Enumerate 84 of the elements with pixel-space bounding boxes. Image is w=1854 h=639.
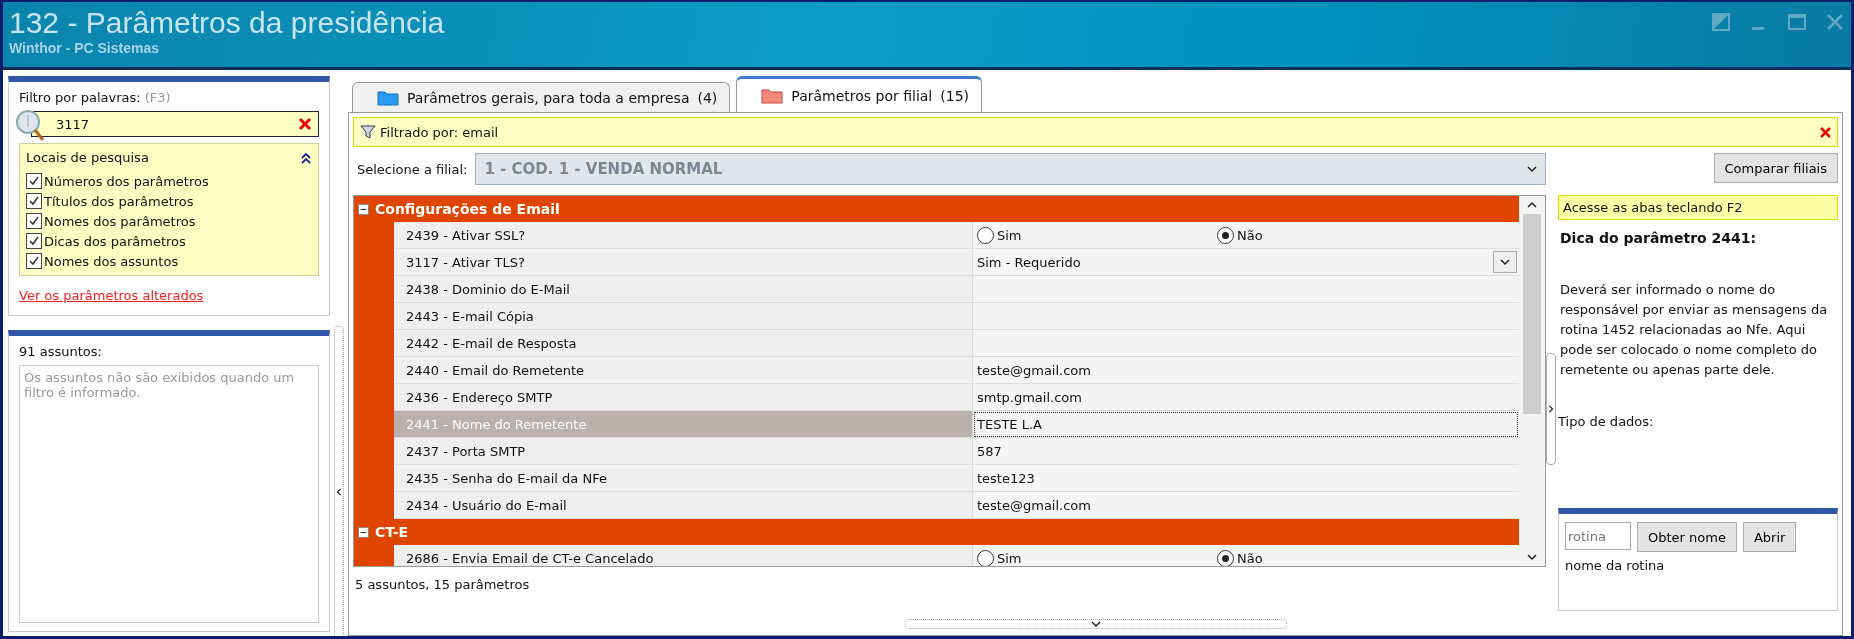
collapse-icon[interactable] (358, 526, 369, 538)
subjects-count: 91 assuntos: (19, 344, 103, 359)
radio-button[interactable] (1217, 549, 1234, 566)
chevron-down-icon (1500, 257, 1510, 267)
splitter-handle[interactable] (334, 326, 344, 636)
shortcut-tip: Acesse as abas teclando F2 (1558, 195, 1838, 220)
routine-name-text: nome da rotina (1565, 558, 1666, 573)
checkbox[interactable] (26, 173, 42, 189)
parameter-value[interactable]: Sim Não (973, 545, 1519, 566)
parameter-name[interactable]: 2435 - Senha do E-mail da NFe (394, 465, 973, 492)
parameter-name[interactable]: 2437 - Porta SMTP (394, 438, 973, 465)
radio-label: Sim (997, 227, 1022, 243)
parameter-value[interactable]: Sim - Requerido (973, 249, 1519, 276)
parameter-value[interactable]: Sim Não (973, 222, 1519, 249)
splitter-handle[interactable] (1546, 353, 1556, 465)
funnel-icon (360, 124, 376, 140)
radio-button[interactable] (977, 226, 994, 244)
search-locations-title: Locais de pesquisa (26, 150, 149, 165)
compare-button[interactable]: Comparar filiais (1713, 153, 1838, 183)
parameter-value[interactable]: smtp.gmail.com (973, 384, 1519, 411)
checkbox[interactable] (26, 213, 42, 229)
parameter-name[interactable]: 2434 - Usuário do E-mail (394, 492, 973, 519)
status-text: 5 assuntos, 15 parâmetros (354, 577, 531, 592)
routine-field[interactable]: rotina (1565, 522, 1631, 550)
checkbox[interactable] (26, 253, 42, 269)
folder-icon (377, 90, 399, 106)
window-subtitle: Winthor - PC Sistemas (9, 40, 160, 56)
tab[interactable]: Parâmetros gerais, para toda a empresa (4) (352, 82, 731, 113)
get-name-button[interactable]: Obter nome (1637, 522, 1737, 552)
radio-button[interactable] (1217, 226, 1234, 244)
collapse-icon[interactable] (358, 203, 369, 215)
folder-icon (761, 87, 784, 104)
dropdown-button[interactable] (1493, 251, 1517, 273)
tab[interactable]: Parâmetros por filial (15) (736, 76, 982, 113)
chevron-down-icon (1527, 552, 1537, 562)
parameter-value[interactable]: 587 (973, 438, 1519, 465)
checkbox-label: Nomes dos parâmetros (44, 213, 196, 229)
parameter-name[interactable]: 2439 - Ativar SSL? (394, 222, 973, 249)
filter-label: Filtro por palavras: (F3) (19, 90, 172, 105)
changed-parameters-link[interactable]: Ver os parâmetros alterados (19, 288, 319, 303)
parameter-value[interactable]: teste123 (973, 465, 1519, 492)
group-title: Configurações de Email (375, 201, 560, 217)
checkbox-label: Títulos dos parâmetros (44, 193, 194, 209)
empty-message: Os assuntos não são exibidos quando um filtro é informado. (24, 370, 295, 400)
filter-text: Filtrado por: email (380, 124, 499, 140)
parameter-name[interactable]: 2436 - Endereço SMTP (394, 384, 973, 411)
chevron-left-icon (335, 487, 343, 497)
chevron-right-icon (1547, 404, 1555, 414)
checkbox-label: Dicas dos parâmetros (44, 233, 186, 249)
parameter-value[interactable]: teste@gmail.com (973, 357, 1519, 384)
parameter-name[interactable]: 3117 - Ativar TLS? (394, 249, 973, 276)
hint-text: Deverá ser informado o nome do responsável por enviar as mensagens da rotina 1452 relacionadas ao Nfe. Aqui pode ser colocado o nome completo do remetente ou apenas parte dele. (1559, 281, 1829, 379)
group-header[interactable]: CT-E (354, 519, 1519, 545)
open-button[interactable]: Abrir (1742, 522, 1797, 552)
checkbox-label: Números dos parâmetros (44, 173, 209, 189)
parameter-value[interactable]: TESTE L.A (973, 411, 1519, 438)
clear-icon[interactable] (298, 117, 312, 131)
parameter-name[interactable]: 2443 - E-mail Cópia (394, 303, 973, 330)
data-type-label: Tipo de dados: (1558, 414, 1655, 429)
chevron-up-icon (1527, 200, 1537, 210)
group-title: CT-E (375, 524, 409, 540)
checkbox[interactable] (26, 193, 42, 209)
parameter-name[interactable]: 2686 - Envia Email de CT-e Cancelado (394, 545, 973, 566)
parameter-name[interactable]: 2438 - Dominio do E-Mail (394, 276, 973, 303)
scrollbar[interactable] (1519, 196, 1545, 566)
chevron-down-icon (1090, 619, 1101, 629)
checkbox[interactable] (26, 233, 42, 249)
parameter-value[interactable]: teste@gmail.com (973, 492, 1519, 519)
group-header[interactable]: Configurações de Email (354, 196, 1519, 222)
hint-title: Dica do parâmetro 2441: (1559, 230, 1758, 246)
search-icon (15, 109, 45, 143)
checkbox-label: Nomes dos assuntos (44, 253, 179, 269)
radio-label: Sim (997, 550, 1022, 566)
chevron-down-icon (1527, 164, 1537, 174)
radio-label: Não (1237, 550, 1263, 566)
close-icon[interactable] (1820, 126, 1831, 138)
parameter-name[interactable]: 2442 - E-mail de Resposta (394, 330, 973, 357)
collapse-icon[interactable] (300, 151, 312, 164)
radio-button[interactable] (977, 549, 994, 566)
window-title: 132 - Parâmetros da presidência (9, 6, 445, 40)
branch-label: Selecione a filial: (357, 161, 468, 177)
radio-label: Não (1237, 227, 1263, 243)
parameter-name[interactable]: 2440 - Email do Remetente (394, 357, 973, 384)
search-field[interactable]: 3117 (31, 111, 319, 137)
